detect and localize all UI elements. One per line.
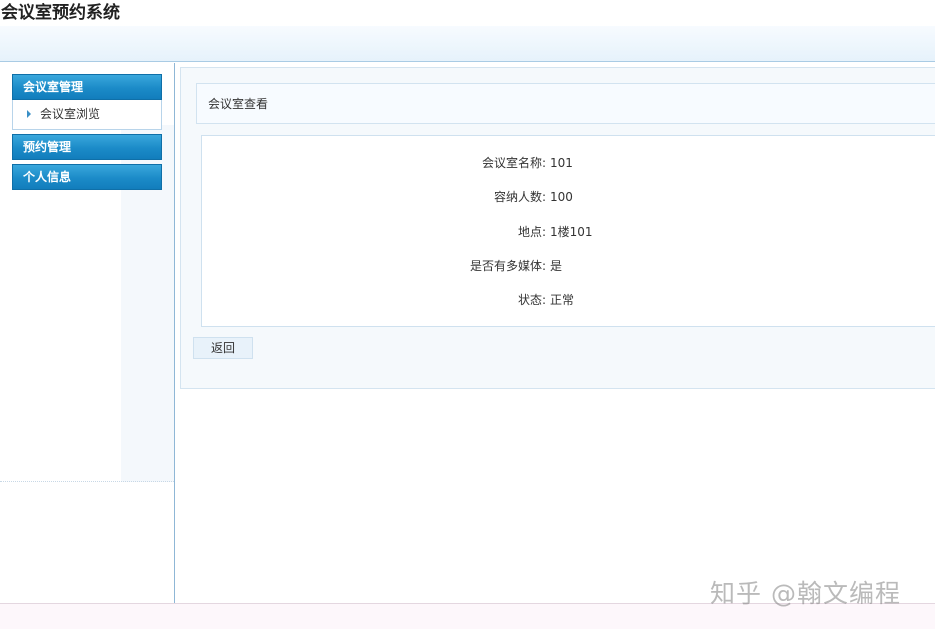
field-status: 状态: 正常 xyxy=(201,291,935,309)
field-label: 是否有多媒体: xyxy=(469,259,546,273)
watermark: 知乎 @翰文编程 xyxy=(710,579,901,608)
field-label: 会议室名称: xyxy=(481,156,546,170)
field-value: 101 xyxy=(550,156,573,170)
menu-header-personal-info[interactable]: 个人信息 xyxy=(12,164,162,190)
field-value: 100 xyxy=(550,190,573,204)
field-value: 1楼101 xyxy=(550,225,593,239)
menu-header-room-management[interactable]: 会议室管理 xyxy=(12,74,162,100)
sidebar-item-room-browse[interactable]: 会议室浏览 xyxy=(12,100,162,130)
back-button[interactable]: 返回 xyxy=(193,337,253,359)
sidebar-divider xyxy=(0,481,174,482)
sidebar-item-label: 会议室浏览 xyxy=(40,107,101,121)
sidebar-border xyxy=(174,63,175,603)
field-value: 正常 xyxy=(550,293,575,307)
field-capacity: 容纳人数: 100 xyxy=(201,188,935,206)
app-title: 会议室预约系统 xyxy=(0,0,935,26)
menu-header-booking-management[interactable]: 预约管理 xyxy=(12,134,162,160)
field-multimedia: 是否有多媒体: 是 xyxy=(201,257,935,275)
field-label: 地点: xyxy=(517,225,546,239)
field-label: 容纳人数: xyxy=(493,190,546,204)
field-label: 状态: xyxy=(517,293,546,307)
app-window: 会议室预约系统 会议室管理 会议室浏览 预约管理 个人信息 会议室查看 会议室名… xyxy=(0,0,935,629)
arrow-right-icon xyxy=(27,110,31,118)
field-value: 是 xyxy=(550,259,563,273)
field-room-name: 会议室名称: 101 xyxy=(201,154,935,172)
field-location: 地点: 1楼101 xyxy=(201,223,935,241)
panel-title: 会议室查看 xyxy=(196,83,935,124)
header-band xyxy=(0,26,935,62)
